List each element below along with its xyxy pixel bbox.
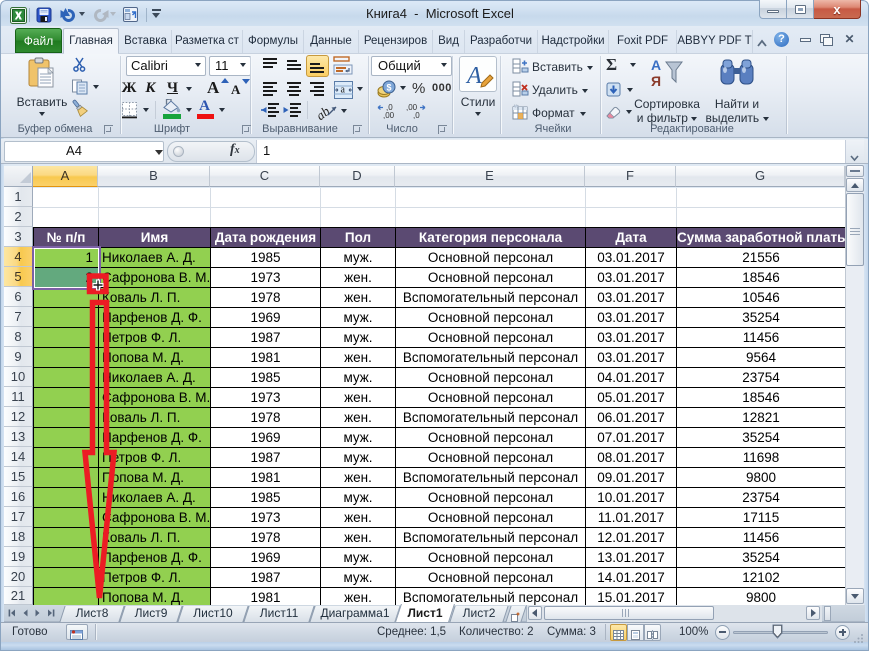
svg-text:A: A bbox=[465, 63, 482, 89]
svg-text:a: a bbox=[341, 85, 346, 96]
svg-text:Я: Я bbox=[651, 73, 661, 89]
svg-text:,0: ,0 bbox=[413, 111, 420, 119]
svg-text:ab: ab bbox=[317, 103, 333, 120]
svg-text:,00: ,00 bbox=[383, 111, 395, 119]
svg-text:А: А bbox=[651, 57, 661, 73]
svg-text:$: $ bbox=[387, 83, 392, 93]
